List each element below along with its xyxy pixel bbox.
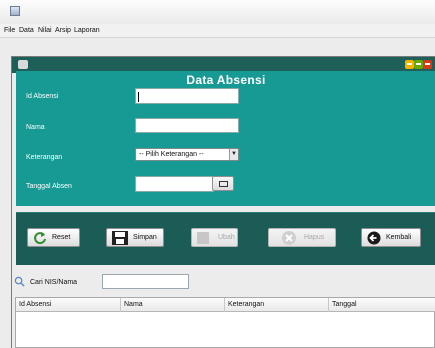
window-titlebar [0, 0, 435, 24]
calendar-icon [219, 181, 228, 187]
nama-input[interactable] [135, 118, 239, 133]
menu-arsip[interactable]: Arsip [55, 27, 71, 34]
kembali-label: Kembali [386, 234, 412, 241]
menu-data[interactable]: Data [19, 27, 34, 34]
label-tanggal-absen: Tanggal Absen [26, 183, 72, 190]
id-absensi-input[interactable] [135, 88, 239, 104]
close-icon[interactable] [423, 60, 432, 69]
menu-nilai[interactable]: Nilai [38, 27, 52, 34]
search-input[interactable] [102, 274, 189, 289]
back-icon [367, 231, 381, 245]
ubah-button[interactable]: Ubah [191, 228, 238, 247]
menubar: File Data Nilai Arsip Laporan [0, 24, 435, 38]
hapus-button[interactable]: Hapus [268, 228, 336, 247]
frame-menu-icon[interactable] [18, 60, 28, 69]
chevron-down-icon[interactable]: ▼ [229, 149, 238, 160]
app-icon [10, 6, 20, 16]
label-id-absensi: Id Absensi [26, 93, 59, 100]
absensi-table[interactable]: Id Absensi Nama Keterangan Tanggal [15, 297, 435, 348]
column-header[interactable]: Keterangan [225, 298, 329, 312]
search-label: Cari NIS/Nama [30, 279, 78, 286]
simpan-button[interactable]: Simpan [106, 228, 164, 247]
menu-file[interactable]: File [4, 27, 15, 34]
keterangan-select[interactable]: -- Pilih Keterangan -- ▼ [135, 148, 239, 161]
label-nama: Nama [26, 124, 45, 131]
simpan-label: Simpan [133, 234, 157, 241]
search-icon [14, 276, 25, 287]
date-picker-button[interactable] [212, 176, 234, 191]
delete-icon [282, 231, 296, 245]
table-header: Id Absensi Nama Keterangan Tanggal [16, 298, 435, 312]
maximize-icon[interactable] [414, 60, 423, 69]
hapus-label: Hapus [304, 234, 325, 241]
text-caret [138, 92, 139, 102]
edit-icon [197, 232, 209, 244]
column-header[interactable]: Tanggal [329, 298, 435, 312]
reset-button[interactable]: Reset [27, 228, 80, 247]
column-header[interactable]: Id Absensi [16, 298, 121, 312]
reset-label: Reset [52, 234, 71, 241]
save-icon [112, 231, 128, 245]
form-title: Data Absensi [186, 73, 266, 87]
tanggal-input[interactable] [135, 176, 214, 192]
menu-laporan[interactable]: Laporan [74, 27, 100, 34]
kembali-button[interactable]: Kembali [361, 228, 421, 247]
refresh-icon [34, 232, 46, 245]
label-keterangan: Keterangan [26, 154, 63, 161]
minimize-icon[interactable] [405, 60, 414, 69]
ubah-label: Ubah [218, 234, 235, 241]
select-value: -- Pilih Keterangan -- [139, 151, 204, 158]
column-header[interactable]: Nama [121, 298, 225, 312]
